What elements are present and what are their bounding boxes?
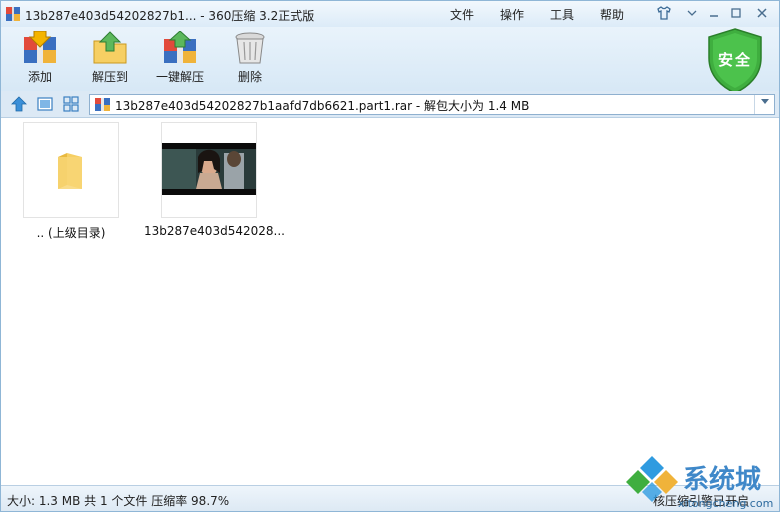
path-text: 13b287e403d54202827b1aafd7db6621.part1.r… xyxy=(115,99,530,113)
add-label: 添加 xyxy=(27,70,52,84)
address-bar: 13b287e403d54202827b1aafd7db6621.part1.r… xyxy=(1,91,779,118)
toolbar: 添加 解压到 一键解压 删除 xyxy=(1,27,779,91)
site-watermark: 系统城 xitongcheng.com xyxy=(624,456,776,511)
extract-to-button[interactable]: 解压到 xyxy=(75,31,145,89)
extract-to-icon xyxy=(93,31,127,64)
extract-to-label: 解压到 xyxy=(91,70,128,84)
title-bar: 13b287e403d54202827b1... - 360压缩 3.2正式版 … xyxy=(1,1,779,27)
chevron-down-icon xyxy=(687,10,697,16)
file-list[interactable]: .. (上级目录) 13b287e403d542028... xyxy=(1,118,779,485)
list-view-icon[interactable] xyxy=(63,96,79,112)
trash-icon xyxy=(235,32,265,64)
menu-help[interactable]: 帮助 xyxy=(600,6,624,23)
menu-file[interactable]: 文件 xyxy=(450,6,474,23)
app-window: 13b287e403d54202827b1... - 360压缩 3.2正式版 … xyxy=(0,0,780,512)
security-label: 安全 xyxy=(717,51,752,69)
path-field[interactable]: 13b287e403d54202827b1aafd7db6621.part1.r… xyxy=(89,94,775,115)
video-thumbnail xyxy=(161,122,257,218)
path-dropdown-button[interactable] xyxy=(754,95,774,114)
parent-folder-thumbnail xyxy=(23,122,119,218)
watermark-logo-icon xyxy=(626,456,678,502)
maximize-button[interactable] xyxy=(725,4,747,22)
file-name: 13b287e403d542028... xyxy=(144,224,285,238)
options-button[interactable] xyxy=(681,4,703,22)
delete-button[interactable]: 删除 xyxy=(215,31,285,89)
window-title: 13b287e403d54202827b1... - 360压缩 3.2正式版 xyxy=(25,9,315,23)
file-name: .. (上级目录) xyxy=(36,226,106,240)
maximize-icon xyxy=(731,8,741,18)
one-click-extract-icon xyxy=(164,31,196,63)
add-button[interactable]: 添加 xyxy=(5,31,75,89)
minimize-button[interactable] xyxy=(703,4,725,22)
watermark-url: xitongcheng.com xyxy=(678,497,774,510)
close-icon xyxy=(757,8,767,18)
folder-icon xyxy=(58,153,82,189)
rar-file-icon xyxy=(95,98,110,111)
skin-button[interactable] xyxy=(653,4,675,22)
watermark-brand: 系统城 xyxy=(683,465,762,495)
file-item-video[interactable]: 13b287e403d542028... xyxy=(144,122,285,238)
one-click-extract-label: 一键解压 xyxy=(155,70,204,84)
menu-tools[interactable]: 工具 xyxy=(550,6,574,23)
status-summary: 大小: 1.3 MB 共 1 个文件 压缩率 98.7% xyxy=(7,494,230,508)
large-icons-view-icon[interactable] xyxy=(37,96,53,112)
archive-app-icon xyxy=(6,7,20,21)
delete-label: 删除 xyxy=(237,70,262,84)
add-archive-icon xyxy=(24,31,56,63)
security-badge[interactable]: 安全 xyxy=(706,28,764,94)
one-click-extract-button[interactable]: 一键解压 xyxy=(145,31,215,89)
video-frame-image xyxy=(162,143,256,195)
up-arrow-icon[interactable] xyxy=(11,96,27,112)
minimize-icon xyxy=(710,15,718,17)
shirt-icon xyxy=(657,6,671,20)
chevron-down-icon xyxy=(760,99,769,104)
close-button[interactable] xyxy=(751,4,773,22)
menu-operate[interactable]: 操作 xyxy=(500,6,524,23)
file-item-parent[interactable]: .. (上级目录) xyxy=(6,122,136,241)
